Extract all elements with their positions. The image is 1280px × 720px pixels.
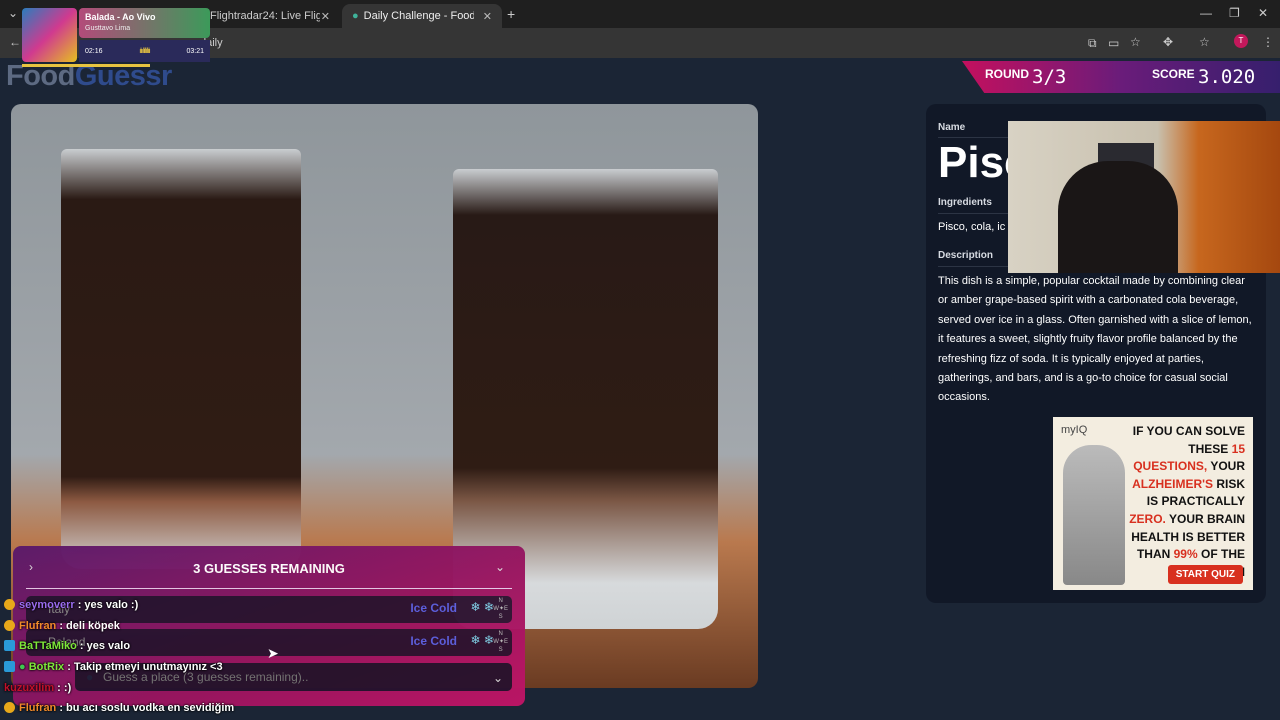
score-value: 3.020: [1198, 66, 1256, 88]
description-text: This dish is a simple, popular cocktail …: [938, 275, 1252, 404]
now-playing-overlay: Balada - Ao Vivo Gusttavo Lima 02:16 ılııl…: [22, 8, 210, 67]
ingredients-label: Ingredients: [938, 197, 992, 208]
new-tab-icon[interactable]: +: [507, 6, 515, 22]
translate-icon[interactable]: ⧉: [1088, 36, 1097, 51]
back-icon[interactable]: ←: [9, 35, 21, 49]
ad-brand: myIQ: [1061, 424, 1088, 436]
guess-temperature: Ice Cold: [410, 601, 457, 615]
chat-message: seymoverr : yes valo :): [4, 599, 138, 611]
chat-message: ● BotRix : Takip etmeyi unutmayınız <3: [4, 661, 223, 673]
glass-left: [61, 149, 301, 569]
compass-icon: N W✦E S: [493, 631, 508, 653]
chevron-down-icon[interactable]: ⌄: [495, 560, 505, 574]
dropdown-chevron-icon[interactable]: ⌄: [493, 671, 503, 685]
duration: 03:21: [186, 47, 204, 55]
snowflake-icon: ❄ ❄: [470, 633, 494, 647]
bookmarks-icon[interactable]: ☆: [1199, 35, 1210, 49]
extensions-icon[interactable]: ✥: [1163, 35, 1173, 49]
round-score-banner: ROUND 3/3 SCORE 3.020: [962, 61, 1280, 93]
round-value: 3/3: [1032, 66, 1067, 88]
guesses-remaining-header: 3 GUESSES REMAINING: [193, 561, 345, 576]
snowflake-icon: ❄ ❄: [470, 600, 494, 614]
score-label: SCORE: [1152, 67, 1195, 81]
album-art: [22, 8, 77, 62]
advertisement[interactable]: myIQ If you can solve these 15 questions…: [1053, 417, 1253, 590]
chat-message: Flufran : deli köpek: [4, 620, 120, 632]
badge-icon: [4, 620, 15, 631]
waveform-icon: ılıılıllıllılı: [139, 47, 150, 55]
close-icon[interactable]: ✕: [483, 10, 492, 23]
restore-icon[interactable]: ❐: [1229, 6, 1240, 20]
chat-message: BaTTaMiko : yes valo: [4, 640, 130, 652]
start-quiz-button[interactable]: START QUIZ: [1167, 565, 1243, 584]
tab-flightradar[interactable]: Flightradar24: Live Flight Tracker✕: [200, 4, 340, 28]
chat-message: kuzuxilim : :): [4, 682, 72, 694]
badge-icon: [4, 599, 15, 610]
mouse-cursor-icon: ➤: [267, 645, 279, 661]
compass-icon: N W✦E S: [493, 598, 508, 620]
badge-icon: [4, 640, 15, 651]
menu-icon[interactable]: ⋮: [1262, 35, 1274, 49]
bookmark-star-icon[interactable]: ☆: [1130, 35, 1141, 49]
name-label: Name: [938, 122, 966, 133]
minimize-icon[interactable]: —: [1200, 6, 1212, 20]
round-label: ROUND: [985, 67, 1029, 81]
close-window-icon[interactable]: ✕: [1258, 6, 1268, 20]
streamer: [1058, 161, 1178, 273]
tab-label: Flightradar24: Live Flight Tracker: [210, 10, 320, 22]
verified-icon: ●: [19, 661, 29, 673]
webcam-overlay: [1008, 121, 1280, 273]
profile-avatar[interactable]: T: [1234, 34, 1248, 48]
tab-search-icon[interactable]: ⌄: [8, 6, 18, 20]
song-progress: [22, 64, 150, 67]
statue-image: [1063, 445, 1125, 585]
tab-foodguessr[interactable]: ● Daily Challenge - FoodGuessr | ✕: [342, 4, 502, 28]
description-label: Description: [938, 250, 994, 261]
badge-icon: [4, 661, 15, 672]
song-title: Balada - Ao Vivo: [85, 12, 156, 22]
song-artist: Gusttavo Lima: [85, 25, 131, 32]
ingredients-text: Pisco, cola, ic: [938, 221, 1006, 233]
cast-icon[interactable]: ▭: [1108, 36, 1119, 50]
guess-temperature: Ice Cold: [410, 634, 457, 648]
close-icon[interactable]: ✕: [321, 10, 330, 23]
tab-label: Daily Challenge - FoodGuessr |: [363, 10, 474, 22]
elapsed-time: 02:16: [85, 47, 103, 55]
ad-text: If you can solve these 15 questions, you…: [1129, 424, 1245, 579]
badge-icon: [4, 702, 15, 713]
chat-message: Flufran : bu acı soslu vodka en sevidiği…: [4, 702, 234, 714]
globe-icon: ●: [352, 10, 359, 22]
